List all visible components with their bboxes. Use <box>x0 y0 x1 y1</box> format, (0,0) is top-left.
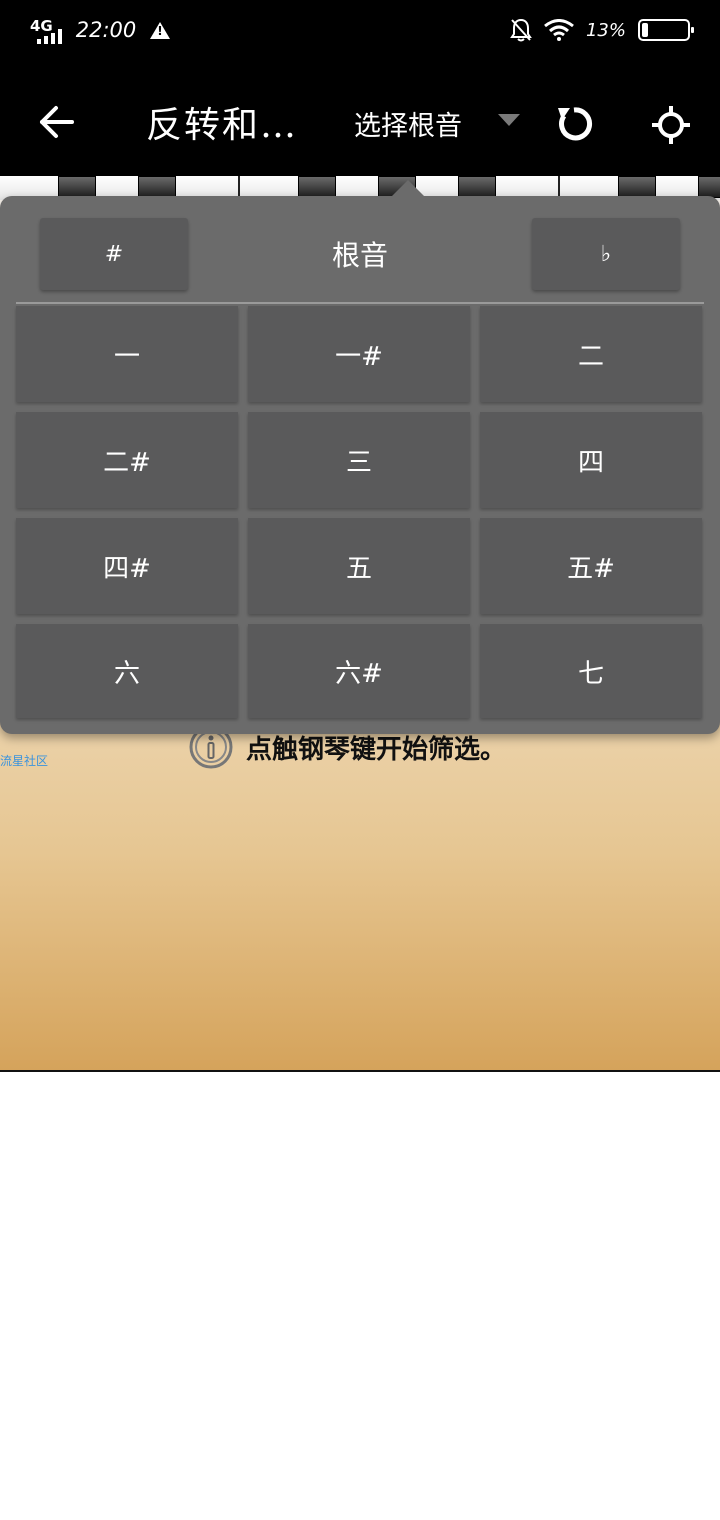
bell-off-icon <box>510 18 532 42</box>
community-link[interactable]: 流星社区 <box>0 752 48 769</box>
refresh-icon <box>558 107 593 141</box>
battery-fill <box>642 23 648 37</box>
root-note-popup: # 根音 ♭ 一 一# 二 二# 三 四 四# 五 五# 六 六# 七 <box>0 180 720 734</box>
status-right: 13% <box>510 18 694 42</box>
hint-text: 点触钢琴键开始筛选。 <box>246 734 507 765</box>
locate-button[interactable] <box>650 104 692 146</box>
root-note-button[interactable]: 二# <box>16 412 238 508</box>
root-note-button[interactable]: 四# <box>16 518 238 614</box>
status-left: 4G 22:00 <box>30 16 171 44</box>
root-note-button[interactable]: 二 <box>480 306 702 402</box>
root-note-button[interactable]: 六 <box>16 624 238 718</box>
battery-icon <box>638 19 694 41</box>
back-button[interactable] <box>36 102 76 142</box>
piano-black-key[interactable] <box>618 176 656 198</box>
popup-divider <box>16 302 704 304</box>
root-note-grid: 一 一# 二 二# 三 四 四# 五 五# 六 六# 七 <box>16 306 704 718</box>
popup-pointer <box>392 180 424 196</box>
flat-button[interactable]: ♭ <box>532 218 680 290</box>
wifi-icon <box>544 19 574 41</box>
network-type: 4G <box>30 17 53 35</box>
piano-black-key[interactable] <box>698 176 720 198</box>
root-note-select[interactable]: 选择根音 <box>354 104 462 143</box>
root-note-button[interactable]: 三 <box>248 412 470 508</box>
root-note-button[interactable]: 七 <box>480 624 702 718</box>
clock: 22:00 <box>75 18 137 42</box>
root-note-button[interactable]: 五# <box>480 518 702 614</box>
root-note-button[interactable]: 一 <box>16 306 238 402</box>
root-note-button[interactable]: 四 <box>480 412 702 508</box>
arrow-left-icon <box>40 106 74 138</box>
popup-title: 根音 <box>331 239 388 272</box>
reset-button[interactable] <box>554 104 594 144</box>
sharp-button[interactable]: # <box>40 218 188 290</box>
piano-black-key[interactable] <box>58 176 96 198</box>
root-note-button[interactable]: 六# <box>248 624 470 718</box>
warning-icon <box>150 21 171 39</box>
status-bar: 4G 22:00 ! 13% <box>0 0 720 66</box>
root-note-button[interactable]: 一# <box>248 306 470 402</box>
piano-black-key[interactable] <box>138 176 176 198</box>
crosshair-icon <box>652 106 690 144</box>
piano-black-key[interactable] <box>298 176 336 198</box>
toolbar: 反转和… 选择根音 <box>0 66 720 176</box>
app-root: 4G 22:00 ! 13% 反转和… 选择根音 流星社区 点触钢琴键开始筛选。… <box>0 0 720 1072</box>
root-note-button[interactable]: 五 <box>248 518 470 614</box>
page-title: 反转和… <box>146 105 299 146</box>
popup-header: # 根音 ♭ <box>0 196 720 302</box>
dropdown-caret-icon[interactable] <box>498 114 520 126</box>
piano-black-key[interactable] <box>458 176 496 198</box>
battery-percent: 13% <box>585 19 626 41</box>
